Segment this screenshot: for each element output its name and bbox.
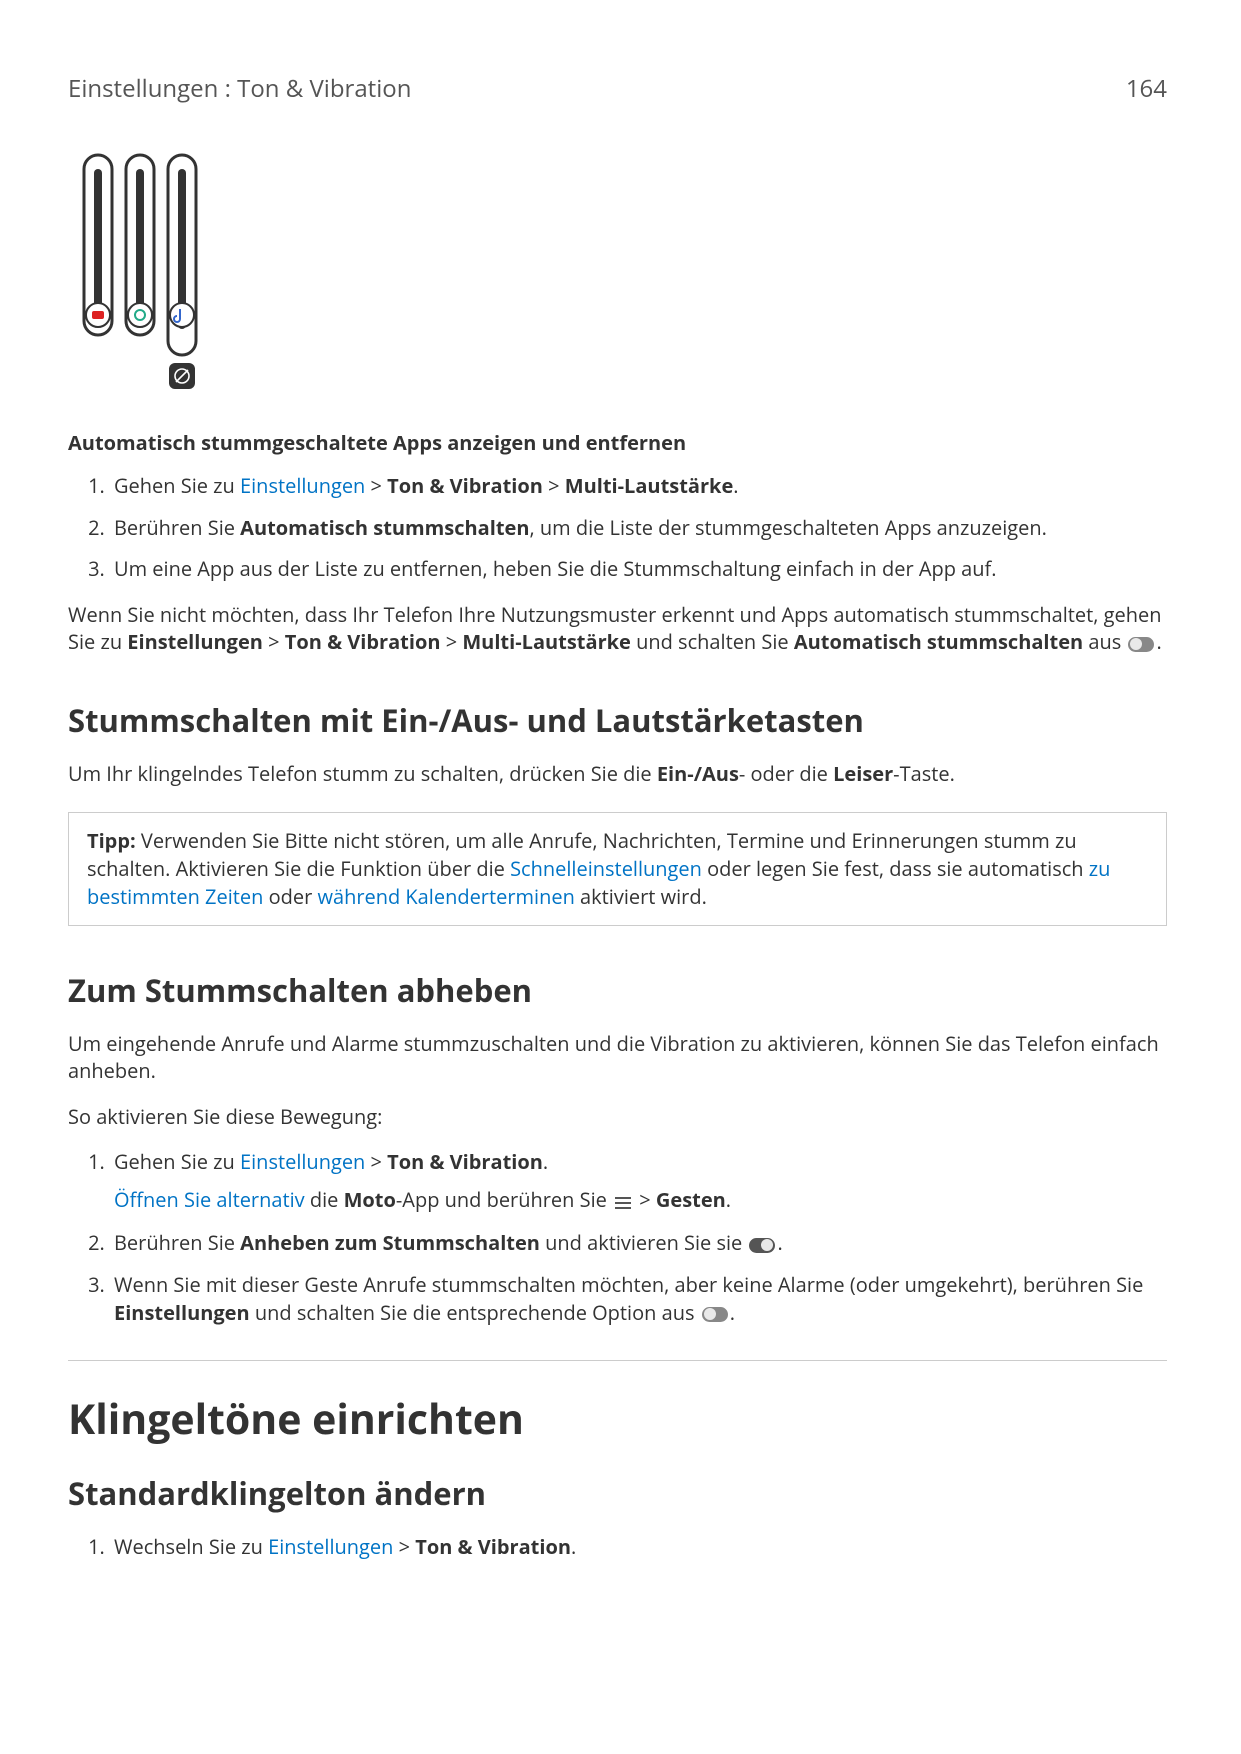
link-einstellungen[interactable]: Einstellungen	[240, 472, 365, 499]
heading-ringtones: Klingeltöne einrichten	[68, 1391, 1167, 1447]
paragraph-power-mute: Um Ihr klingelndes Telefon stumm zu scha…	[68, 760, 1167, 788]
bold: Ton & Vibration	[387, 1148, 543, 1175]
text: Um Ihr klingelndes Telefon stumm zu scha…	[68, 760, 657, 787]
text: und aktivieren Sie sie	[540, 1229, 748, 1256]
link-kalender[interactable]: während Kalenderterminen	[317, 883, 574, 910]
tip-label: Tipp:	[87, 827, 136, 854]
step-1: Wechseln Sie zu Einstellungen > Ton & Vi…	[110, 1533, 1167, 1561]
steps-lift-to-mute: Gehen Sie zu Einstellungen > Ton & Vibra…	[68, 1148, 1167, 1326]
text: oder	[263, 883, 317, 910]
text: , um die Liste der stummgeschalteten App…	[530, 514, 1047, 541]
bold: Ton & Vibration	[415, 1533, 571, 1560]
text: >	[441, 628, 463, 655]
paragraph-auto-mute-off: Wenn Sie nicht möchten, dass Ihr Telefon…	[68, 601, 1167, 656]
text: die	[305, 1186, 344, 1213]
text: .	[733, 472, 738, 499]
heading-power-volume-mute: Stummschalten mit Ein-/Aus- und Lautstär…	[68, 700, 1167, 742]
text: aus	[1083, 628, 1126, 655]
breadcrumb: Einstellungen : Ton & Vibration	[68, 72, 411, 105]
bold: Gesten	[656, 1186, 726, 1213]
step-1: Gehen Sie zu Einstellungen > Ton & Vibra…	[110, 472, 1167, 500]
text: Gehen Sie zu	[114, 1148, 240, 1175]
text: und schalten Sie die entsprechende Optio…	[250, 1299, 700, 1326]
text: oder legen Sie fest, dass sie automatisc…	[702, 855, 1089, 882]
text: und schalten Sie	[631, 628, 794, 655]
bold: Anheben zum Stummschalten	[240, 1229, 540, 1256]
subheading-auto-muted-apps: Automatisch stummgeschaltete Apps anzeig…	[68, 429, 1167, 456]
hamburger-menu-icon	[614, 1188, 632, 1216]
text: Berühren Sie	[114, 514, 240, 541]
text: >	[263, 628, 285, 655]
bold: Ton & Vibration	[387, 472, 543, 499]
link-schnelleinstellungen[interactable]: Schnelleinstellungen	[510, 855, 702, 882]
text: >	[634, 1186, 656, 1213]
text: Wechseln Sie zu	[114, 1533, 268, 1560]
text: Berühren Sie	[114, 1229, 240, 1256]
text: >	[365, 1148, 387, 1175]
link-alternativ[interactable]: Öffnen Sie alternativ	[114, 1186, 305, 1213]
text: .	[1156, 628, 1161, 655]
text: .	[543, 1148, 548, 1175]
tip-box: Tipp: Verwenden Sie Bitte nicht stören, …	[68, 812, 1167, 926]
bold: Ein-/Aus	[657, 760, 739, 787]
text: .	[730, 1299, 735, 1326]
text: Wenn Sie mit dieser Geste Anrufe stummsc…	[114, 1271, 1143, 1298]
step-2: Berühren Sie Automatisch stummschalten, …	[110, 514, 1167, 542]
bold: Moto	[344, 1186, 396, 1213]
steps-ringtone: Wechseln Sie zu Einstellungen > Ton & Vi…	[68, 1533, 1167, 1561]
text: >	[393, 1533, 415, 1560]
link-einstellungen[interactable]: Einstellungen	[240, 1148, 365, 1175]
page-number: 164	[1126, 72, 1167, 105]
step-2: Berühren Sie Anheben zum Stummschalten u…	[110, 1229, 1167, 1257]
paragraph-activate: So aktivieren Sie diese Bewegung:	[68, 1103, 1167, 1131]
text: -Taste.	[893, 760, 955, 787]
horizontal-rule	[68, 1360, 1167, 1361]
text: .	[571, 1533, 576, 1560]
text: - oder die	[739, 760, 833, 787]
step-3: Wenn Sie mit dieser Geste Anrufe stummsc…	[110, 1271, 1167, 1326]
step-3: Um eine App aus der Liste zu entfernen, …	[110, 555, 1167, 583]
toggle-on-icon	[749, 1238, 775, 1253]
heading-default-ringtone: Standardklingelton ändern	[68, 1473, 1167, 1515]
toggle-off-icon	[1128, 637, 1154, 652]
bold: Leiser	[833, 760, 893, 787]
bold: Automatisch stummschalten	[794, 628, 1083, 655]
volume-sliders-illustration	[76, 145, 1167, 395]
text: >	[365, 472, 387, 499]
text: .	[777, 1229, 782, 1256]
step-1: Gehen Sie zu Einstellungen > Ton & Vibra…	[110, 1148, 1167, 1215]
text: -App und berühren Sie	[396, 1186, 612, 1213]
paragraph-lift-intro: Um eingehende Anrufe und Alarme stummzus…	[68, 1030, 1167, 1085]
link-einstellungen[interactable]: Einstellungen	[268, 1533, 393, 1560]
bold: Einstellungen	[114, 1299, 250, 1326]
bold: Multi-Lautstärke	[462, 628, 631, 655]
text: .	[726, 1186, 731, 1213]
sub-paragraph: Öffnen Sie alternativ die Moto-App und b…	[114, 1186, 1167, 1215]
toggle-off-icon	[702, 1307, 728, 1322]
bold: Ton & Vibration	[285, 628, 441, 655]
steps-auto-muted: Gehen Sie zu Einstellungen > Ton & Vibra…	[68, 472, 1167, 583]
text: Gehen Sie zu	[114, 472, 240, 499]
bold: Multi-Lautstärke	[565, 472, 734, 499]
bold: Automatisch stummschalten	[240, 514, 529, 541]
heading-lift-to-mute: Zum Stummschalten abheben	[68, 970, 1167, 1012]
bold: Einstellungen	[127, 628, 263, 655]
text: aktiviert wird.	[575, 883, 707, 910]
page-header: Einstellungen : Ton & Vibration 164	[68, 72, 1167, 105]
text: >	[543, 472, 565, 499]
